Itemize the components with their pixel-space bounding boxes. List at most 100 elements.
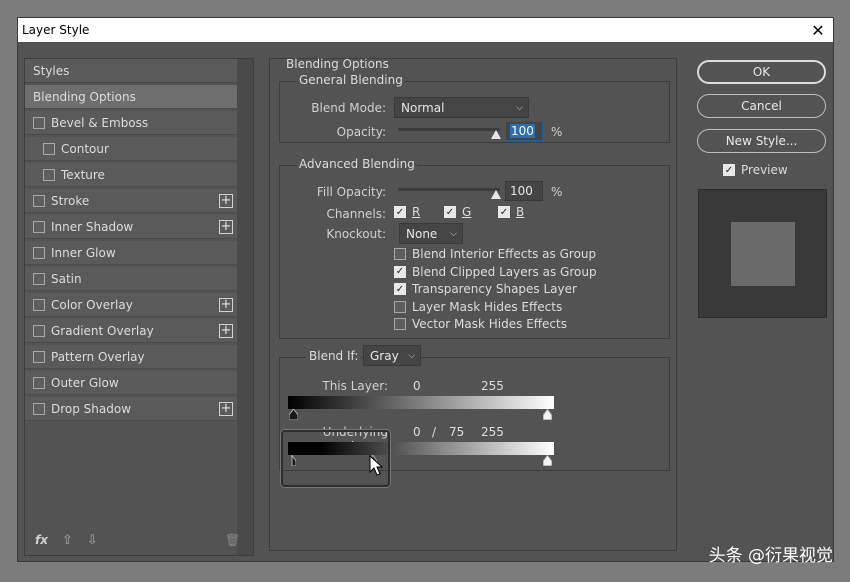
add-instance-icon[interactable]: + bbox=[219, 220, 233, 234]
option-checkbox[interactable]: ✓ bbox=[394, 283, 406, 295]
style-item-label: Inner Glow bbox=[51, 245, 116, 260]
opacity-slider-track[interactable] bbox=[398, 128, 500, 131]
move-down-icon[interactable]: ⇩ bbox=[87, 533, 98, 548]
channel-checkbox[interactable]: ✓ bbox=[444, 206, 456, 218]
opacity-unit: % bbox=[551, 125, 563, 139]
chevron-down-icon: ⌵ bbox=[408, 350, 415, 361]
knockout-value: None bbox=[406, 226, 438, 241]
channel-checkbox[interactable]: ✓ bbox=[394, 206, 406, 218]
watermark-text: 头条 @衍果视觉 bbox=[708, 546, 833, 566]
add-instance-icon[interactable]: + bbox=[219, 194, 233, 208]
style-checkbox-bevel-emboss[interactable] bbox=[33, 116, 45, 129]
style-item-label: Gradient Overlay bbox=[51, 323, 154, 338]
this-layer-black-handle[interactable] bbox=[289, 409, 298, 420]
option-label: Blend Interior Effects as Group bbox=[412, 247, 597, 261]
trash-icon[interactable]: 🗑 bbox=[225, 533, 240, 547]
style-item-pattern-overlay[interactable]: Pattern Overlay bbox=[25, 345, 237, 369]
move-up-icon[interactable]: ⇧ bbox=[62, 533, 73, 548]
option-blend-interior-effects-as-group[interactable]: Blend Interior Effects as Group bbox=[394, 247, 596, 261]
blend-if-label: Blend If: bbox=[306, 349, 362, 363]
fill-opacity-input[interactable]: 100 bbox=[505, 181, 543, 201]
fill-opacity-slider-track[interactable] bbox=[398, 188, 500, 191]
style-item-texture[interactable]: Texture bbox=[25, 163, 237, 187]
dialog-title: Layer Style bbox=[22, 23, 90, 37]
style-item-blending-options[interactable]: Blending Options bbox=[25, 85, 237, 109]
channel-b[interactable]: ✓ B bbox=[498, 205, 524, 219]
cancel-button[interactable]: Cancel bbox=[697, 94, 826, 118]
this-layer-label: This Layer: bbox=[322, 379, 388, 393]
style-item-satin[interactable]: Satin bbox=[25, 267, 237, 291]
option-checkbox[interactable] bbox=[394, 318, 406, 330]
add-instance-icon[interactable]: + bbox=[219, 402, 233, 416]
style-checkbox-texture[interactable] bbox=[43, 168, 55, 181]
blend-mode-value: Normal bbox=[401, 100, 445, 115]
blend-if-value: Gray bbox=[370, 348, 399, 363]
style-checkbox-drop-shadow[interactable] bbox=[33, 402, 45, 415]
add-instance-icon[interactable]: + bbox=[219, 298, 233, 312]
option-transparency-shapes-layer[interactable]: ✓ Transparency Shapes Layer bbox=[394, 282, 577, 296]
style-item-label: Drop Shadow bbox=[51, 401, 132, 416]
style-item-label: Styles bbox=[33, 63, 70, 78]
style-item-label: Inner Shadow bbox=[51, 219, 134, 234]
style-preview-thumbnail bbox=[698, 189, 827, 318]
underlying-high: 255 bbox=[481, 425, 504, 439]
new-style-button[interactable]: New Style... bbox=[697, 129, 826, 153]
opacity-slider-thumb[interactable] bbox=[491, 130, 501, 139]
fill-opacity-unit: % bbox=[551, 185, 563, 199]
preview-toggle[interactable]: ✓ Preview bbox=[723, 163, 788, 177]
fx-icon[interactable]: fx bbox=[35, 533, 48, 547]
this-layer-white-handle[interactable] bbox=[543, 409, 552, 420]
style-item-drop-shadow[interactable]: Drop Shadow + bbox=[25, 397, 237, 421]
styles-footer: fx ⇧ ⇩ 🗑 bbox=[25, 525, 240, 555]
style-item-gradient-overlay[interactable]: Gradient Overlay + bbox=[25, 319, 237, 343]
option-checkbox[interactable] bbox=[394, 248, 406, 260]
channel-checkbox[interactable]: ✓ bbox=[498, 206, 510, 218]
mouse-cursor-icon bbox=[369, 455, 383, 476]
option-checkbox[interactable] bbox=[394, 300, 406, 313]
option-blend-clipped-layers-as-group[interactable]: ✓ Blend Clipped Layers as Group bbox=[394, 265, 597, 279]
blend-if-select[interactable]: Gray ⌵ bbox=[363, 345, 421, 366]
ok-button[interactable]: OK bbox=[697, 60, 826, 84]
style-checkbox-stroke[interactable] bbox=[33, 194, 45, 207]
style-checkbox-outer-glow[interactable] bbox=[33, 376, 45, 389]
channel-r[interactable]: ✓ R bbox=[394, 205, 420, 219]
style-checkbox-gradient-overlay[interactable] bbox=[33, 324, 45, 337]
preview-checkbox[interactable]: ✓ bbox=[723, 164, 735, 176]
underlying-white-handle[interactable] bbox=[543, 455, 552, 466]
option-vector-mask-hides-effects[interactable]: Vector Mask Hides Effects bbox=[394, 317, 567, 331]
close-icon[interactable]: ✕ bbox=[803, 18, 833, 42]
option-label: Blend Clipped Layers as Group bbox=[412, 264, 597, 279]
style-checkbox-inner-shadow[interactable] bbox=[33, 220, 45, 233]
style-checkbox-pattern-overlay[interactable] bbox=[33, 350, 45, 363]
style-checkbox-contour[interactable] bbox=[43, 142, 55, 155]
styles-scrollbar[interactable] bbox=[237, 59, 253, 555]
blend-mode-select[interactable]: Normal ⌵ bbox=[394, 97, 529, 118]
this-layer-gradient bbox=[288, 396, 554, 409]
style-item-label: Stroke bbox=[51, 193, 90, 208]
style-item-label: Color Overlay bbox=[51, 297, 133, 312]
this-layer-low: 0 bbox=[413, 379, 421, 393]
style-item-outer-glow[interactable]: Outer Glow bbox=[25, 371, 237, 395]
style-item-styles[interactable]: Styles bbox=[25, 59, 237, 83]
chevron-down-icon: ⌵ bbox=[450, 228, 457, 239]
knockout-select[interactable]: None ⌵ bbox=[399, 223, 463, 244]
opacity-input[interactable]: 100 bbox=[505, 121, 543, 141]
option-layer-mask-hides-effects[interactable]: Layer Mask Hides Effects bbox=[394, 300, 562, 314]
option-checkbox[interactable]: ✓ bbox=[394, 265, 406, 278]
style-item-color-overlay[interactable]: Color Overlay + bbox=[25, 293, 237, 317]
option-label: Layer Mask Hides Effects bbox=[412, 299, 563, 314]
style-item-contour[interactable]: Contour bbox=[25, 137, 237, 161]
fill-opacity-slider-thumb[interactable] bbox=[491, 190, 501, 199]
style-checkbox-inner-glow[interactable] bbox=[33, 246, 45, 259]
style-item-inner-glow[interactable]: Inner Glow bbox=[25, 241, 237, 265]
style-item-bevel-emboss[interactable]: Bevel & Emboss bbox=[25, 111, 237, 135]
style-item-inner-shadow[interactable]: Inner Shadow + bbox=[25, 215, 237, 239]
channel-label: B bbox=[516, 205, 525, 219]
style-checkbox-color-overlay[interactable] bbox=[33, 298, 45, 311]
style-item-stroke[interactable]: Stroke + bbox=[25, 189, 237, 213]
channel-g[interactable]: ✓ G bbox=[444, 205, 471, 219]
style-item-label: Satin bbox=[51, 271, 82, 286]
add-instance-icon[interactable]: + bbox=[219, 324, 233, 338]
fill-opacity-label: Fill Opacity: bbox=[316, 185, 386, 199]
style-checkbox-satin[interactable] bbox=[33, 272, 45, 285]
